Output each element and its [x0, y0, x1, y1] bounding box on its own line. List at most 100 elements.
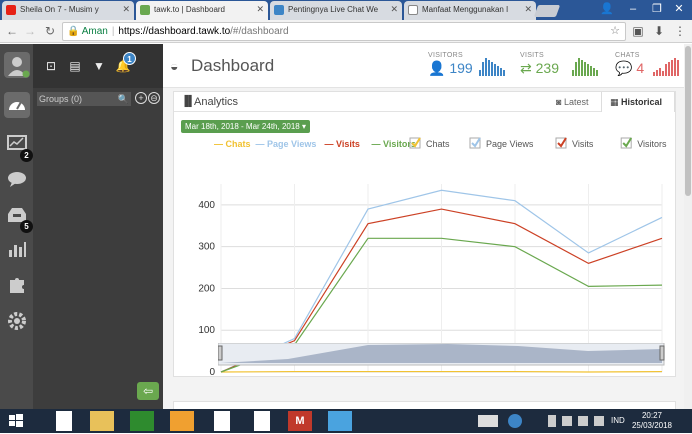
tab-historical-label: Historical	[621, 97, 662, 107]
search-icon[interactable]: 🔍	[118, 92, 129, 106]
y-tick-label: 200	[198, 283, 215, 294]
legend-line-label: — Visits	[325, 139, 360, 149]
visits-label: VISITS	[520, 52, 559, 59]
url-host: https://dashboard.tawk.to	[118, 26, 230, 37]
legend-line-label: — Chats	[214, 139, 251, 149]
tab-manfaat-menggunakan[interactable]: Manfaat Menggunakan I ✕	[404, 1, 536, 20]
addons-icon[interactable]	[4, 272, 30, 298]
address-bar[interactable]: 🔒 Aman|https://dashboard.tawk.to/#/dashb…	[62, 22, 626, 41]
avatar[interactable]	[4, 52, 30, 78]
keyboard-icon[interactable]	[478, 415, 498, 427]
language-indicator[interactable]: IND	[611, 416, 625, 425]
document-icon-2[interactable]	[254, 411, 270, 431]
tawk-icon	[140, 5, 150, 15]
visitor-panel: ⊡ ▤ ▼ 🔔 1 Groups (0) 🔍 + ⊖ ⇦	[33, 44, 163, 409]
spark-bar	[578, 58, 580, 76]
inbox-badge: 5	[20, 220, 33, 233]
navigator-right-handle[interactable]	[660, 346, 664, 360]
tab-title: Pentingnya Live Chat We	[288, 5, 378, 14]
close-tab-icon[interactable]: ✕	[256, 4, 264, 15]
monitoring-badge: 2	[20, 149, 33, 162]
collapse-panel-button[interactable]: ⇦	[137, 382, 159, 400]
document-icon[interactable]	[214, 411, 230, 431]
file-icon[interactable]	[56, 411, 72, 431]
spark-bar	[665, 64, 667, 76]
bookmark-star-icon[interactable]: ☆	[610, 23, 620, 40]
reports-icon[interactable]	[4, 236, 30, 262]
spark-bar	[677, 60, 679, 76]
legend-line-label: — Page Views	[256, 139, 317, 149]
spark-bar	[572, 70, 574, 76]
page-scrollbar[interactable]	[684, 44, 692, 409]
app-icon-bar: 2 5	[0, 44, 33, 409]
network-icon[interactable]	[562, 416, 572, 426]
lock-icon: 🔒	[67, 26, 79, 37]
minimize-button[interactable]: –	[620, 0, 646, 18]
tab-tawk-dashboard[interactable]: tawk.to | Dashboard ✕	[136, 1, 268, 20]
tab-title: Sheila On 7 - Musim y	[20, 5, 99, 14]
analytics-card-header: ▐▌ Analytics ◙ Latest ▦ Historical	[174, 92, 675, 112]
visitors-sparkbars	[479, 56, 509, 76]
windows-start-icon[interactable]	[6, 411, 30, 431]
chart-navigator[interactable]	[218, 343, 666, 367]
close-tab-icon[interactable]: ✕	[122, 4, 130, 15]
spark-bar	[671, 60, 673, 76]
cast-icon[interactable]: ▣	[630, 23, 646, 39]
media-player-icon[interactable]	[170, 411, 194, 431]
y-tick-label: 100	[198, 325, 215, 336]
chats-label: CHATS	[615, 52, 644, 59]
menu-icon[interactable]: ⋮	[672, 23, 688, 39]
add-group-icon[interactable]: +	[135, 92, 147, 104]
help-icon[interactable]	[508, 414, 522, 428]
page-icon	[408, 5, 418, 15]
clock[interactable]: 20:27 25/03/2018	[632, 411, 672, 431]
site-icon	[274, 5, 284, 15]
volume-icon[interactable]	[578, 416, 588, 426]
spark-bar	[497, 66, 499, 76]
new-tab-button[interactable]	[534, 5, 560, 17]
legend-check-icon	[472, 138, 480, 146]
close-tab-icon[interactable]: ✕	[524, 4, 532, 15]
scrollbar-thumb[interactable]	[685, 46, 691, 196]
chats-sparkbars	[653, 56, 681, 76]
screen-icon[interactable]: ⊡	[43, 58, 59, 74]
forward-icon[interactable]: →	[22, 23, 38, 39]
group-options-icon[interactable]: ⊖	[148, 92, 160, 104]
battery-icon[interactable]	[594, 416, 604, 426]
visitors-stat: VISITORS 👤 199	[428, 52, 473, 77]
second-card	[173, 401, 676, 409]
close-tab-icon[interactable]: ✕	[390, 4, 398, 15]
back-icon[interactable]: ←	[4, 23, 20, 39]
tab-pentingnya-live-chat[interactable]: Pentingnya Live Chat We ✕	[270, 1, 402, 20]
spark-bar	[488, 60, 490, 76]
tab-historical[interactable]: ▦ Historical	[601, 92, 675, 112]
spark-bar	[587, 64, 589, 76]
legend-check-icon	[558, 138, 566, 146]
app-w-icon[interactable]	[328, 411, 352, 431]
chat-icon[interactable]	[4, 166, 30, 192]
spark-bar	[659, 68, 661, 76]
tab-latest[interactable]: ◙ Latest	[552, 92, 600, 112]
reload-icon[interactable]: ↻	[42, 23, 58, 39]
user-icon[interactable]: 👤	[594, 0, 620, 18]
dashboard-icon[interactable]	[4, 92, 30, 118]
settings-icon[interactable]	[4, 308, 30, 334]
browser-toolbar: ← → ↻ 🔒 Aman|https://dashboard.tawk.to/#…	[0, 20, 692, 43]
groups-search[interactable]: Groups (0) 🔍	[37, 92, 131, 106]
download-icon[interactable]: ⬇	[651, 23, 667, 39]
app-m-icon[interactable]: M	[288, 411, 312, 431]
contact-card-icon[interactable]: ▤	[67, 58, 83, 74]
tab-sheila-on-7[interactable]: Sheila On 7 - Musim y ✕	[2, 1, 134, 20]
phone-icon[interactable]	[548, 415, 556, 427]
file-explorer-icon[interactable]	[90, 411, 114, 431]
spark-bar	[596, 70, 598, 76]
navigator-left-handle[interactable]	[218, 346, 222, 360]
person-icon: 👤	[428, 60, 445, 76]
notification-badge: 1	[123, 52, 136, 65]
visits-sparkbars	[572, 56, 602, 76]
dashboard-icon: ◒	[170, 58, 178, 74]
filter-icon[interactable]: ▼	[91, 58, 107, 74]
close-window-button[interactable]: ✕	[666, 0, 692, 18]
store-icon[interactable]	[130, 411, 154, 431]
clock-date: 25/03/2018	[632, 421, 672, 431]
